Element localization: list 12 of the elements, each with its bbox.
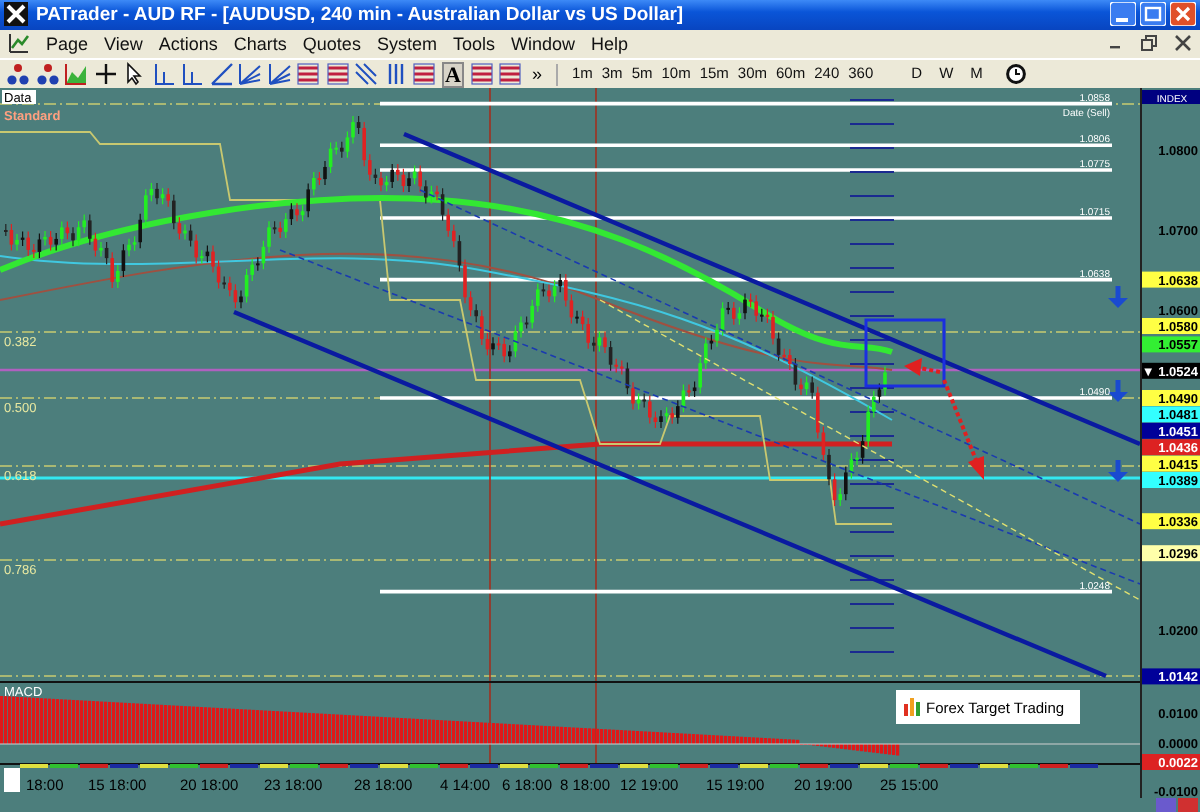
more-tools-button[interactable]: » — [527, 64, 546, 85]
menu-item[interactable]: Actions — [158, 33, 218, 54]
menu-item[interactable]: View — [104, 33, 143, 54]
menu-item[interactable]: Page — [46, 33, 89, 54]
menu-item[interactable]: Help — [591, 33, 629, 54]
text-tool-button[interactable]: A — [441, 61, 465, 88]
menu-item[interactable]: System — [376, 33, 437, 54]
menu-item[interactable]: Charts — [233, 33, 287, 54]
window-title: PATrader - AUD RF - [AUDUSD, 240 min - Australian Dollar vs US Dollar] — [36, 3, 684, 26]
menu-item[interactable]: Window — [510, 33, 575, 54]
menu-item[interactable]: Quotes — [302, 33, 361, 54]
menu-item[interactable]: Tools — [452, 33, 495, 54]
